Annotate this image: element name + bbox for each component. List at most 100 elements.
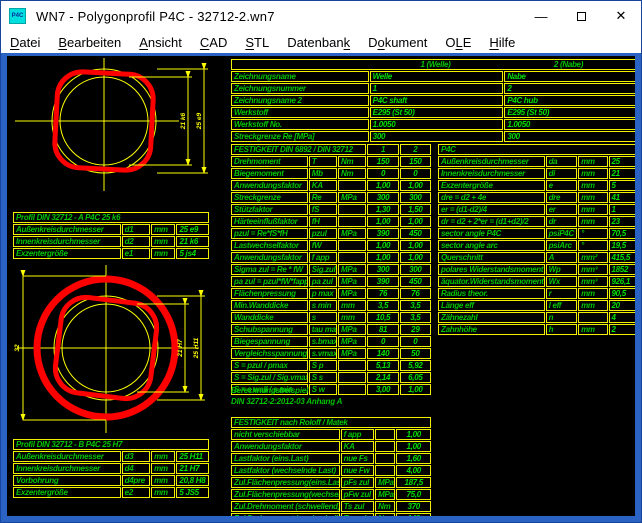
cell-value-1: 3,5	[367, 300, 398, 311]
cell-label: Biegespannung	[231, 336, 308, 347]
cell-symbol: Mb	[309, 168, 337, 179]
cell-label: Innenkreisdurchmesser	[13, 236, 121, 247]
table-header-row: FESTIGKEIT DIN 6892 / DIN 32712 1 2	[231, 144, 431, 155]
cell-value: 2	[609, 324, 636, 335]
cell-value-1: 300	[370, 131, 504, 142]
table-row: Anwendungsfaktor f app 1,00 1,00	[231, 252, 431, 263]
table-header-row: FESTIGKEIT nach Roloff / Matek	[231, 417, 431, 428]
cell-unit: MPa	[338, 192, 366, 203]
table-row: Biegespannung s.bmax MPa 0 0	[231, 336, 431, 347]
table-row: dr = d2 + 2*er = (d1+d2)/2 dr mm 23	[438, 216, 635, 227]
maximize-button[interactable]	[561, 1, 601, 31]
table-row: polares Widerstandsmoment Wp mm³ 1852	[438, 264, 635, 275]
cell-value-2: 3,5	[400, 300, 431, 311]
cell-value-2: 50	[400, 348, 431, 359]
cell-value: 415,5	[609, 252, 636, 263]
menu-item[interactable]: STL	[236, 35, 278, 50]
cell-label: Exzentergröße	[13, 248, 121, 259]
menu-item-accelerator: A	[139, 35, 148, 50]
table-row: Zahnhöhe h mm 2	[438, 324, 635, 335]
cell-value-2: 300	[504, 131, 635, 142]
cell-value-2: E295 (St 50)	[504, 107, 635, 118]
close-button[interactable]: ✕	[601, 1, 641, 31]
cell-unit: MPa	[338, 228, 366, 239]
cell-value: 5 JS5	[176, 487, 209, 498]
column-header-welle: 1 (Welle)	[369, 60, 502, 69]
cell-unit: MPa	[338, 348, 366, 359]
menu-item[interactable]: Ansicht	[130, 35, 191, 50]
cell-label: Lastfaktor (wechselnde Last)	[231, 465, 340, 476]
cell-symbol: dre	[546, 192, 577, 203]
cell-unit: MPa	[375, 477, 395, 488]
cell-value-1: 140	[367, 348, 398, 359]
cell-symbol: d2	[122, 236, 150, 247]
menu-item[interactable]: Bearbeiten	[49, 35, 130, 50]
cell-unit: mm³	[578, 264, 607, 275]
menu-item[interactable]: CAD	[191, 35, 236, 50]
cell-value-2: 1,00	[400, 240, 431, 251]
cell-label: Zahnhöhe	[438, 324, 545, 335]
drawing-canvas: 21 k6 25 e9	[7, 56, 635, 516]
cell-value-1: 150	[367, 156, 398, 167]
column-header-2: 2	[400, 144, 431, 155]
cell-value-2: P4C hub	[504, 95, 635, 106]
cell-unit: °	[578, 240, 607, 251]
cell-unit	[375, 429, 395, 440]
menu-item-text: atei	[19, 35, 40, 50]
cell-value-2: 29	[400, 324, 431, 335]
app-window: P4C WN7 - Polygonprofil P4C - 32712-2.wn…	[0, 0, 642, 523]
table-row: Schubspannung tau max MPa 81 29	[231, 324, 431, 335]
hub-dim-outer-label: 25 H11	[193, 337, 200, 359]
cell-value-2: 1,00	[400, 252, 431, 263]
cell-unit: mm	[151, 463, 175, 474]
cell-label: pa zul = pzul*fW*fapp	[231, 276, 308, 287]
cell-unit: mm	[578, 168, 607, 179]
menu-item[interactable]: Datei	[1, 35, 49, 50]
table-row: pzul = Re*fS*fH pzul MPa 390 450	[231, 228, 431, 239]
menu-item[interactable]: Dokument	[359, 35, 436, 50]
window-controls: — ✕	[521, 1, 641, 31]
table-title: FESTIGKEIT nach Roloff / Matek	[231, 417, 431, 428]
cell-unit	[338, 204, 366, 215]
cell-label: er = (d1-d2)/4	[438, 204, 545, 215]
menu-item[interactable]: Datenbank	[278, 35, 359, 50]
cell-symbol: r	[546, 288, 577, 299]
cell-value-1: 300	[367, 264, 398, 275]
cell-value-2: 6,05	[400, 372, 431, 383]
cell-symbol: n	[546, 312, 577, 323]
cell-symbol: l eff	[546, 300, 577, 311]
menu-item-text: kument	[385, 35, 428, 50]
table-row: S = pzul / pmax S p 5,13 5,92	[231, 360, 431, 371]
cell-label: Streckgrenze	[231, 192, 308, 203]
menu-item[interactable]: OLE	[436, 35, 480, 50]
menu-item[interactable]: Hilfe	[480, 35, 524, 50]
column-header-nabe: 2 (Nabe)	[502, 60, 635, 69]
minimize-button[interactable]: —	[521, 1, 561, 31]
cell-value-2: Nabe	[504, 71, 635, 82]
menu-item-text: ilfe	[499, 35, 516, 50]
title-bar[interactable]: P4C WN7 - Polygonprofil P4C - 32712-2.wn…	[1, 1, 641, 31]
cell-unit	[375, 453, 395, 464]
cell-label: sector angle P4C	[438, 228, 545, 239]
cell-unit: mm	[151, 236, 175, 247]
table-row: Sigma zul = Re * fW Sig.zul MPa 300 300	[231, 264, 431, 275]
festigkeit-table: FESTIGKEIT DIN 6892 / DIN 32712 1 2 Dreh…	[230, 143, 432, 396]
cell-value-1: 1,00	[367, 252, 398, 263]
cell-value: 90,5	[609, 288, 636, 299]
cell-unit: Nm	[375, 501, 395, 512]
cell-value-1: 1,00	[367, 240, 398, 251]
table-row: Innenkreisdurchmesser d4 mm 21 H7	[13, 463, 209, 474]
cell-label: äquator.Widerstandsmoment	[438, 276, 545, 287]
cell-symbol: tau max	[309, 324, 337, 335]
table-row: Stützfaktor fS 1,30 1,50	[231, 204, 431, 215]
cell-value-1: 0	[367, 168, 398, 179]
cell-value: 5 js4	[176, 248, 209, 259]
cell-value-2: 150	[400, 156, 431, 167]
cell-symbol: KA	[309, 180, 337, 191]
cell-label: Außenkreisdurchmesser	[13, 224, 121, 235]
cell-value-1: 300	[367, 192, 398, 203]
table-row: Zeichnungsname Welle Nabe	[231, 71, 635, 82]
cell-value: 1852	[609, 264, 636, 275]
cell-symbol: h	[546, 324, 577, 335]
cell-label: Radius theor.	[438, 288, 545, 299]
